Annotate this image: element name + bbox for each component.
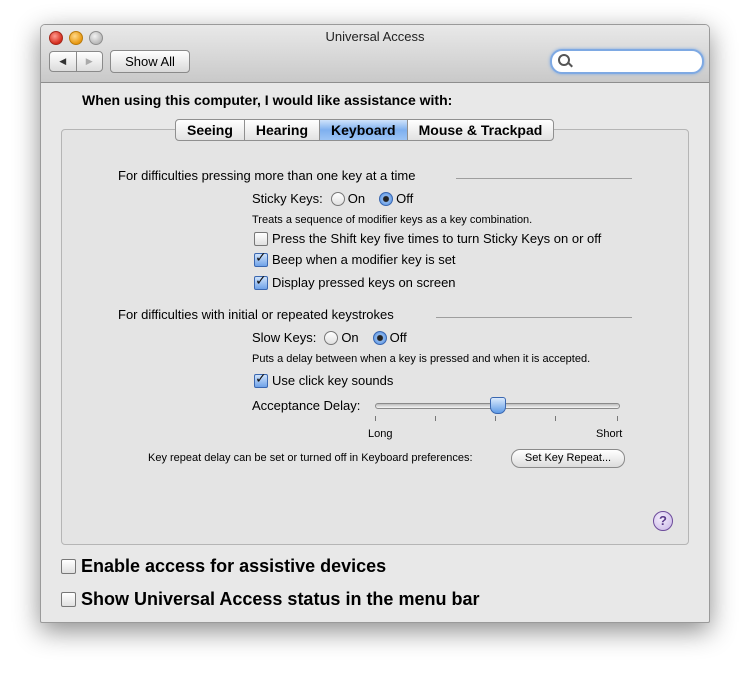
- shift-five-times-checkbox[interactable]: [254, 231, 268, 246]
- group-slow-title: For difficulties with initial or repeate…: [118, 307, 394, 322]
- keyboard-panel: For difficulties pressing more than one …: [61, 129, 689, 545]
- slow-off-radio[interactable]: [372, 330, 387, 345]
- menu-bar-status-checkbox[interactable]: [61, 592, 76, 607]
- back-button[interactable]: ◀: [50, 52, 76, 71]
- slider-tick: [495, 416, 496, 421]
- tab-keyboard[interactable]: Keyboard: [319, 120, 407, 140]
- group-separator: [456, 178, 632, 179]
- slider-tick: [375, 416, 376, 421]
- display-pressed-keys-label[interactable]: Display pressed keys on screen: [272, 275, 456, 290]
- tab-hearing[interactable]: Hearing: [243, 120, 319, 140]
- search-icon: [558, 54, 570, 66]
- beep-modifier-option[interactable]: Beep when a modifier key is set: [254, 250, 456, 267]
- forward-button[interactable]: ▶: [75, 52, 103, 71]
- slider-tick: [435, 416, 436, 421]
- key-repeat-text: Key repeat delay can be set or turned of…: [148, 452, 473, 464]
- shift-five-times-label[interactable]: Press the Shift key five times to turn S…: [272, 231, 601, 246]
- display-pressed-keys-option[interactable]: Display pressed keys on screen: [254, 273, 456, 290]
- tab-seeing[interactable]: Seeing: [176, 120, 244, 140]
- display-pressed-keys-checkbox[interactable]: [254, 273, 268, 290]
- help-button[interactable]: ?: [653, 511, 673, 531]
- click-sounds-label[interactable]: Use click key sounds: [272, 373, 393, 388]
- beep-modifier-label[interactable]: Beep when a modifier key is set: [272, 252, 456, 267]
- page-heading: When using this computer, I would like a…: [82, 92, 453, 108]
- slow-off-label[interactable]: Off: [390, 330, 407, 345]
- preferences-window: Universal Access ◀ ▶ Show All When using…: [40, 24, 710, 623]
- slow-on-label[interactable]: On: [341, 330, 358, 345]
- sticky-keys-label: Sticky Keys:: [252, 191, 323, 206]
- tab-mouse-trackpad[interactable]: Mouse & Trackpad: [406, 120, 554, 140]
- title-bar: Universal Access ◀ ▶ Show All: [41, 25, 709, 83]
- slow-keys-row: Slow Keys: On Off: [252, 330, 407, 345]
- menu-bar-status-option[interactable]: Show Universal Access status in the menu…: [61, 589, 479, 610]
- sticky-on-label[interactable]: On: [348, 191, 365, 206]
- group-separator: [436, 317, 632, 318]
- shift-five-times-option[interactable]: Press the Shift key five times to turn S…: [254, 231, 601, 246]
- acceptance-delay-knob[interactable]: [489, 397, 506, 414]
- nav-buttons: ◀ ▶: [49, 51, 103, 72]
- sticky-off-label[interactable]: Off: [396, 191, 413, 206]
- sticky-description: Treats a sequence of modifier keys as a …: [252, 214, 533, 226]
- tab-bar: Seeing Hearing Keyboard Mouse & Trackpad: [175, 119, 555, 141]
- slow-description: Puts a delay between when a key is press…: [252, 353, 591, 365]
- set-key-repeat-button[interactable]: Set Key Repeat...: [511, 449, 625, 468]
- show-all-button[interactable]: Show All: [110, 50, 190, 73]
- slow-on-radio[interactable]: [324, 330, 339, 345]
- sticky-on-radio[interactable]: [330, 191, 345, 206]
- assistive-devices-label[interactable]: Enable access for assistive devices: [81, 556, 386, 577]
- slider-tick: [617, 416, 618, 421]
- slow-keys-label: Slow Keys:: [252, 330, 317, 345]
- click-sounds-checkbox[interactable]: [254, 371, 268, 388]
- search-field[interactable]: [550, 49, 704, 74]
- beep-modifier-checkbox[interactable]: [254, 250, 268, 267]
- acceptance-delay-label: Acceptance Delay:: [252, 398, 361, 413]
- assistive-devices-checkbox[interactable]: [61, 559, 76, 574]
- slider-long-label: Long: [368, 428, 393, 440]
- group-sticky-title: For difficulties pressing more than one …: [118, 168, 416, 183]
- sticky-off-radio[interactable]: [379, 191, 394, 206]
- menu-bar-status-label[interactable]: Show Universal Access status in the menu…: [81, 589, 479, 610]
- click-sounds-option[interactable]: Use click key sounds: [254, 371, 393, 388]
- assistive-devices-option[interactable]: Enable access for assistive devices: [61, 556, 386, 577]
- slider-short-label: Short: [596, 428, 623, 440]
- sticky-keys-row: Sticky Keys: On Off: [252, 191, 413, 206]
- slider-tick: [555, 416, 556, 421]
- window-title: Universal Access: [325, 29, 425, 44]
